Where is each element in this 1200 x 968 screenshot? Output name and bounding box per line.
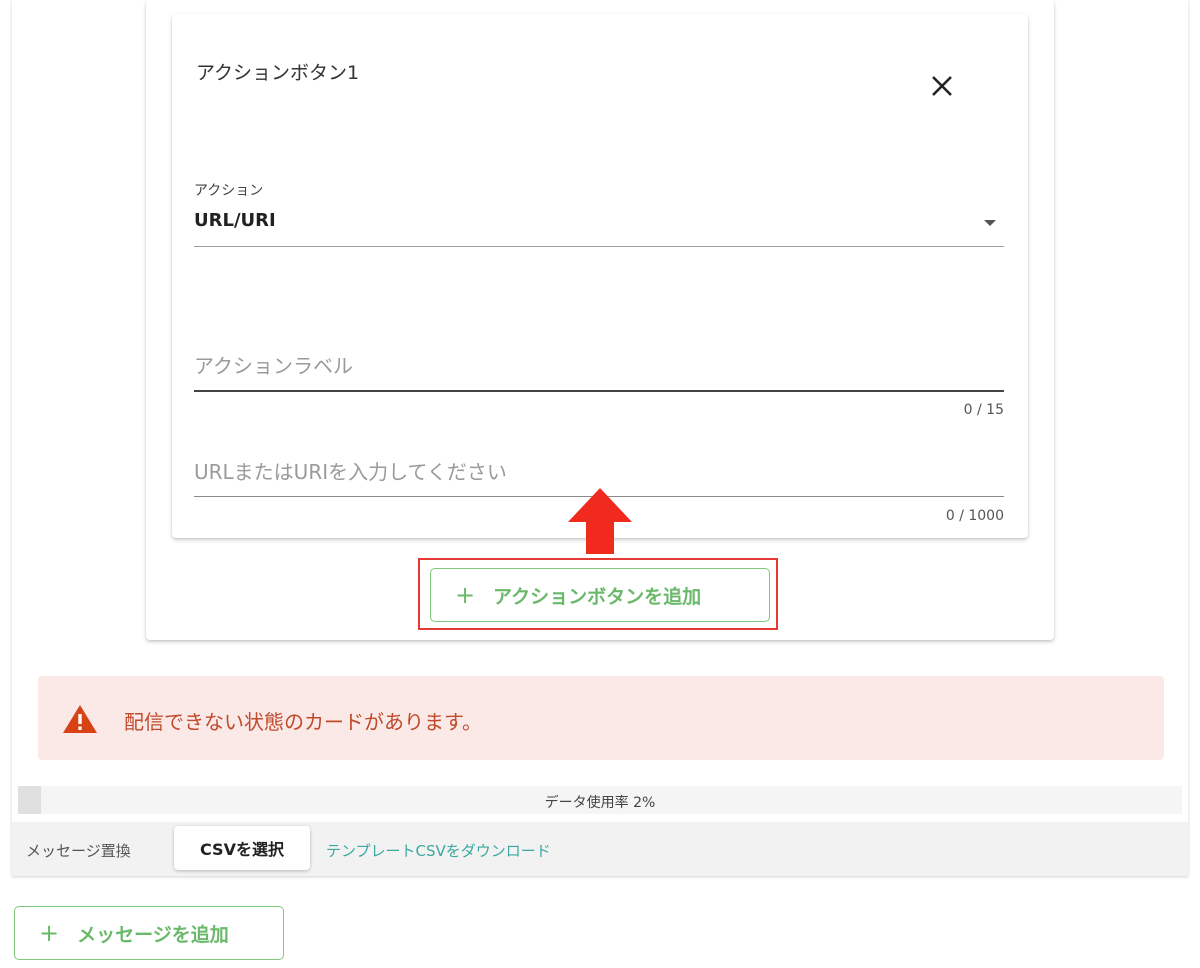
add-action-button[interactable]: + アクションボタンを追加 — [430, 568, 770, 622]
plus-icon: + — [455, 581, 476, 609]
add-message-button-label: メッセージを追加 — [77, 923, 229, 946]
action-card-title: アクションボタン1 — [196, 62, 360, 84]
url-input[interactable] — [194, 452, 1004, 492]
action-select-value: URL/URI — [194, 210, 276, 231]
action-select-label: アクション — [194, 183, 264, 199]
url-counter: 0 / 1000 — [945, 508, 1004, 524]
message-replace-label: メッセージ置換 — [26, 842, 131, 860]
download-template-csv-link[interactable]: テンプレートCSVをダウンロード — [326, 840, 551, 861]
add-message-button[interactable]: + メッセージを追加 — [14, 906, 284, 960]
red-up-arrow-annotation — [568, 488, 632, 554]
action-select[interactable]: アクション URL/URI — [194, 180, 1004, 247]
action-label-counter: 0 / 15 — [963, 402, 1004, 418]
data-usage-label: データ使用率 2% — [544, 795, 656, 811]
alert-message: 配信できない状態のカードがあります。 — [124, 710, 482, 734]
add-action-button-label: アクションボタンを追加 — [493, 585, 702, 608]
close-button[interactable] — [924, 68, 960, 104]
warning-alert: 配信できない状態のカードがあります。 — [38, 676, 1164, 760]
data-usage-bar: データ使用率 2% — [18, 786, 1182, 814]
action-button-card: アクションボタン1 アクション URL/URI 0 / 15 0 / 1000 — [172, 14, 1028, 538]
select-csv-button[interactable]: CSVを選択 — [174, 826, 310, 870]
message-replace-toolbar: メッセージ置換 CSVを選択 テンプレートCSVをダウンロード — [12, 822, 1188, 876]
warning-icon — [63, 705, 97, 733]
dropdown-arrow-icon — [984, 220, 996, 226]
action-label-field — [194, 346, 1004, 392]
action-label-input[interactable] — [194, 346, 1004, 386]
close-icon — [932, 76, 952, 96]
plus-icon: + — [39, 919, 60, 947]
